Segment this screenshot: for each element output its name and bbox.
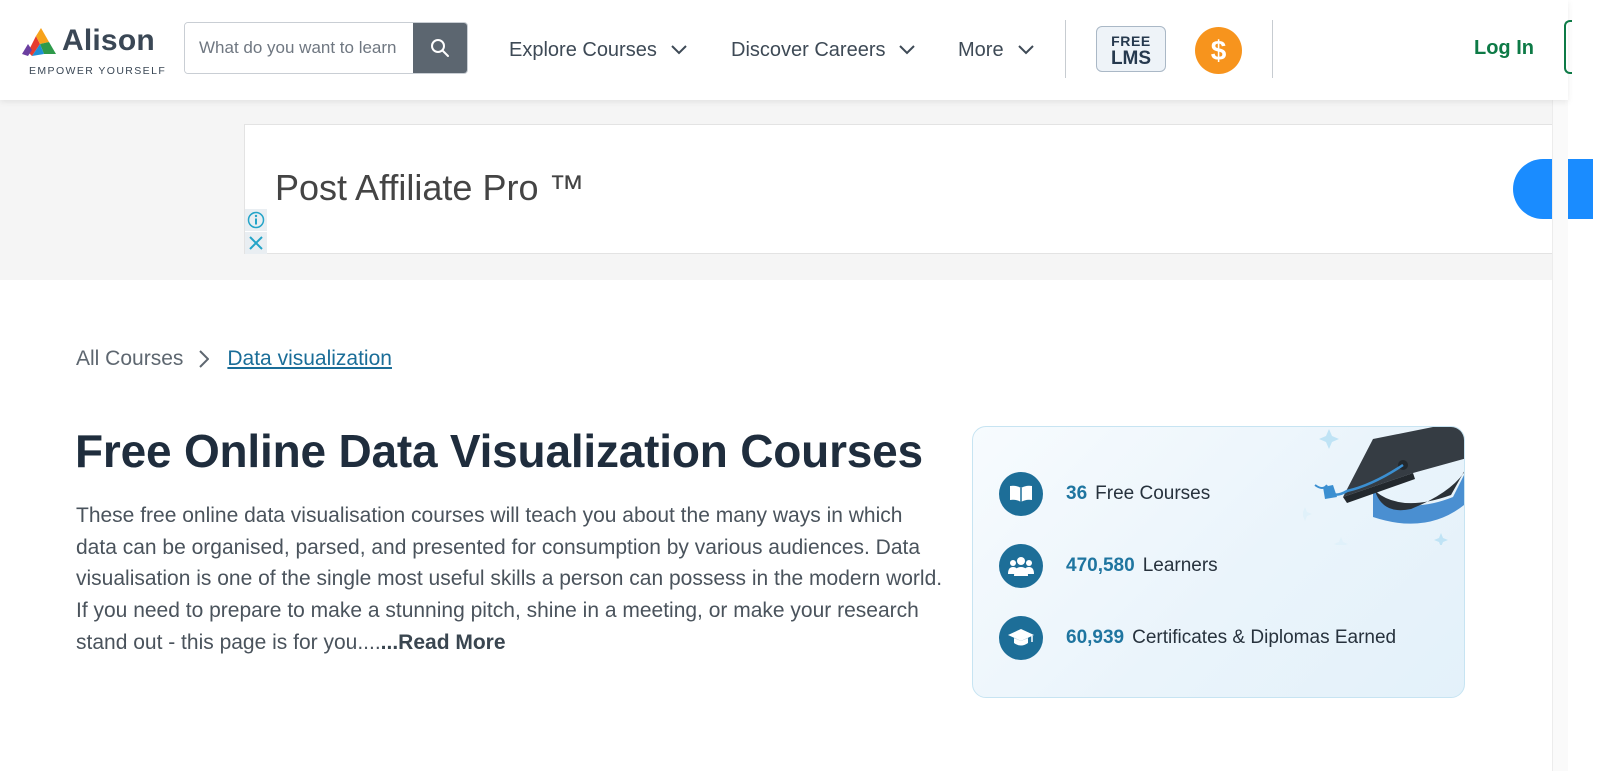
stat-value: 60,939 xyxy=(1066,627,1125,648)
learners-icon xyxy=(999,544,1043,588)
header-divider xyxy=(1272,20,1273,78)
alison-logo-icon xyxy=(22,28,56,56)
description-text: These free online data visualisation cou… xyxy=(76,504,943,654)
graduation-cap-illustration xyxy=(1303,427,1464,545)
nav-more-label: More xyxy=(958,38,1004,61)
search-box xyxy=(184,22,468,74)
breadcrumb-current[interactable]: Data visualization xyxy=(227,347,392,371)
chevron-right-icon xyxy=(199,350,210,368)
search-icon xyxy=(431,39,449,57)
search-input[interactable] xyxy=(185,23,414,73)
stat-label: Free Courses xyxy=(1095,483,1211,504)
book-icon xyxy=(999,472,1043,516)
search-button[interactable] xyxy=(413,23,467,73)
nav-discover-careers[interactable]: Discover Careers xyxy=(731,36,916,64)
signup-button-edge[interactable] xyxy=(1564,20,1572,74)
stat-learners: 470,580 Learners xyxy=(999,544,1218,588)
alison-logo[interactable]: Alison EMPOWER YOURSELF xyxy=(22,24,165,80)
ad-banner-area: Post Affiliate Pro ™ xyxy=(0,100,1593,280)
ad-close-button[interactable] xyxy=(245,232,267,254)
logo-tagline: EMPOWER YOURSELF xyxy=(29,65,167,77)
ad-info-button[interactable] xyxy=(245,209,267,231)
stat-free-courses: 36 Free Courses xyxy=(999,472,1210,516)
page-description: These free online data visualisation cou… xyxy=(76,500,948,659)
ad-banner[interactable]: Post Affiliate Pro ™ xyxy=(244,124,1593,254)
chevron-down-icon xyxy=(1017,45,1034,55)
close-icon xyxy=(249,236,263,250)
chevron-down-icon xyxy=(671,45,687,55)
lms-line2: LMS xyxy=(1110,48,1152,69)
breadcrumb-all-courses[interactable]: All Courses xyxy=(76,347,183,371)
chevron-down-icon xyxy=(899,45,916,55)
stat-label: Certificates & Diplomas Earned xyxy=(1132,627,1397,648)
logo-wordmark: Alison xyxy=(62,24,155,57)
info-icon xyxy=(247,211,265,229)
header-divider xyxy=(1065,20,1066,78)
dollar-icon: $ xyxy=(1210,34,1227,66)
nav-explore-courses-label: Explore Courses xyxy=(509,38,657,61)
stats-card: 36 Free Courses 470,580 Learners 60,939 xyxy=(972,426,1465,698)
stat-value: 470,580 xyxy=(1066,555,1135,576)
nav-more[interactable]: More xyxy=(958,36,1034,64)
lms-line1: FREE xyxy=(1111,33,1151,49)
top-header: Alison EMPOWER YOURSELF Explore Courses … xyxy=(0,0,1572,100)
stat-label: Learners xyxy=(1142,555,1218,576)
breadcrumb: All Courses Data visualization xyxy=(76,344,392,374)
stat-value: 36 xyxy=(1066,483,1088,504)
nav-discover-careers-label: Discover Careers xyxy=(731,38,886,61)
stat-certificates: 60,939 Certificates & Diplomas Earned xyxy=(999,616,1396,660)
page-scrollbar[interactable] xyxy=(1552,0,1568,771)
nav-explore-courses[interactable]: Explore Courses xyxy=(509,36,687,64)
graduation-cap-icon xyxy=(999,616,1043,660)
free-lms-button[interactable]: FREE LMS xyxy=(1096,26,1166,72)
login-link[interactable]: Log In xyxy=(1474,37,1534,60)
read-more-link[interactable]: ...Read More xyxy=(381,631,506,654)
dollar-coin-button[interactable]: $ xyxy=(1195,27,1242,74)
ad-title: Post Affiliate Pro ™ xyxy=(275,167,585,208)
page-title: Free Online Data Visualization Courses xyxy=(75,425,923,477)
